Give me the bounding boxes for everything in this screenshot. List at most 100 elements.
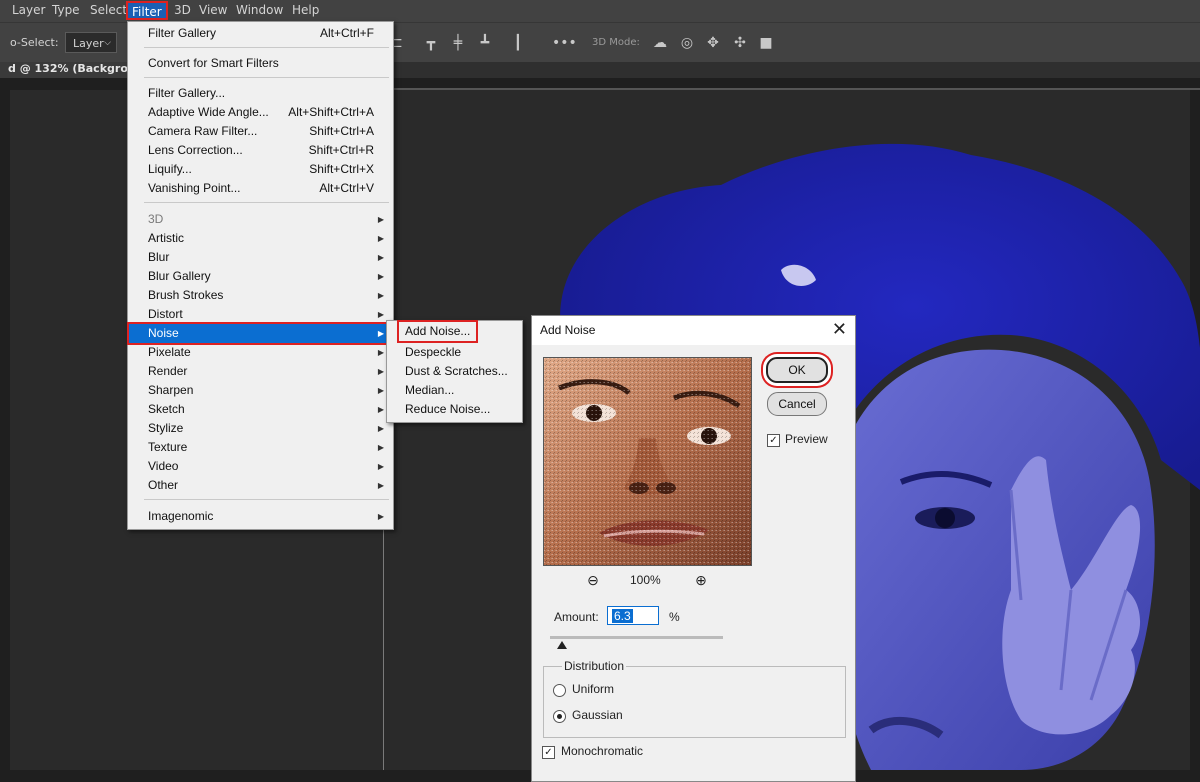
lens-correction[interactable]: Lens Correction... Shift+Ctrl+R: [129, 141, 392, 160]
amount-slider-thumb[interactable]: [557, 641, 567, 649]
3d-mode-label: 3D Mode:: [592, 37, 640, 48]
menu-separator: [144, 499, 389, 500]
chevron-right-icon: ▶: [377, 348, 384, 357]
chevron-right-icon: ▶: [377, 234, 384, 243]
uniform-radio[interactable]: [553, 684, 566, 697]
amount-value: 6.3: [612, 609, 633, 623]
filter-stylize[interactable]: Stylize ▶: [129, 419, 392, 438]
filter-3d[interactable]: 3D ▶: [129, 210, 392, 229]
document-tab[interactable]: d @ 132% (Background: [0, 62, 130, 78]
dialog-titlebar: Add Noise ✕: [532, 316, 855, 345]
vanishing-point[interactable]: Vanishing Point... Alt+Ctrl+V: [129, 179, 392, 198]
menu-help[interactable]: Help: [292, 3, 319, 17]
reduce-noise-item[interactable]: Reduce Noise...: [405, 400, 490, 419]
amount-unit: %: [669, 610, 680, 624]
chevron-right-icon: ▶: [377, 253, 384, 262]
chevron-right-icon: ▶: [377, 386, 384, 395]
chevron-right-icon: ▶: [377, 310, 384, 319]
filter-menu: Filter Gallery Alt+Ctrl+F Convert for Sma…: [127, 21, 394, 530]
amount-input[interactable]: 6.3: [607, 606, 659, 625]
canvas-top-edge: [392, 88, 1200, 90]
filter-gallery[interactable]: Filter Gallery...: [129, 84, 392, 103]
preview-face-image: [544, 358, 751, 565]
dust-scratches-item[interactable]: Dust & Scratches...: [405, 362, 508, 381]
preview-checkbox[interactable]: ✓: [767, 434, 780, 447]
chevron-right-icon: ▶: [377, 215, 384, 224]
drag-3d-icon[interactable]: ✥: [704, 34, 722, 52]
align-vertical-center-icon[interactable]: ╪: [449, 34, 467, 52]
amount-slider-track[interactable]: [550, 636, 723, 639]
gaussian-label: Gaussian: [572, 708, 623, 722]
zoom-controls: ⊖ 100% ⊕: [580, 571, 730, 589]
autoselect-label: o-Select:: [10, 36, 59, 49]
filter-video[interactable]: Video ▶: [129, 457, 392, 476]
filter-pixelate[interactable]: Pixelate ▶: [129, 343, 392, 362]
filter-artistic[interactable]: Artistic ▶: [129, 229, 392, 248]
chevron-right-icon: ▶: [377, 462, 384, 471]
slide-3d-icon[interactable]: ✣: [731, 34, 749, 52]
menu-layer[interactable]: Layer: [12, 3, 45, 17]
filter-distort[interactable]: Distort ▶: [129, 305, 392, 324]
add-noise-item[interactable]: Add Noise...: [396, 320, 479, 343]
filter-noise[interactable]: Noise ▶: [127, 322, 394, 345]
roll-3d-icon[interactable]: ◎: [678, 34, 696, 52]
noise-preview[interactable]: [543, 357, 752, 566]
menu-window[interactable]: Window: [236, 3, 283, 17]
amount-label: Amount:: [554, 610, 599, 624]
camera-3d-icon[interactable]: ■: [757, 34, 775, 52]
liquify[interactable]: Liquify... Shift+Ctrl+X: [129, 160, 392, 179]
filter-imagenomic[interactable]: Imagenomic ▶: [129, 507, 392, 526]
despeckle-item[interactable]: Despeckle: [405, 343, 461, 362]
monochromatic-checkbox[interactable]: ✓: [542, 746, 555, 759]
filter-render[interactable]: Render ▶: [129, 362, 392, 381]
chevron-right-icon: ▶: [377, 272, 384, 281]
align-top-icon[interactable]: ┳: [422, 34, 440, 52]
preview-label: Preview: [785, 432, 828, 446]
chevron-right-icon: ▶: [377, 367, 384, 376]
autoselect-dropdown[interactable]: Layer ⌵: [65, 32, 117, 53]
chevron-right-icon: ▶: [377, 512, 384, 521]
filter-brush-strokes[interactable]: Brush Strokes ▶: [129, 286, 392, 305]
zoom-out-icon[interactable]: ⊖: [584, 571, 602, 589]
dialog-title: Add Noise: [540, 323, 596, 337]
chevron-right-icon: ▶: [377, 405, 384, 414]
filter-texture[interactable]: Texture ▶: [129, 438, 392, 457]
close-icon[interactable]: ✕: [832, 319, 847, 339]
chevron-right-icon: ▶: [377, 329, 384, 338]
filter-sketch[interactable]: Sketch ▶: [129, 400, 392, 419]
cancel-button[interactable]: Cancel: [767, 392, 827, 416]
uniform-label: Uniform: [572, 682, 615, 696]
chevron-right-icon: ▶: [377, 443, 384, 452]
ok-button[interactable]: OK: [766, 357, 828, 383]
menu-filter[interactable]: Filter: [126, 1, 168, 20]
chevron-down-icon: ⌵: [104, 38, 111, 48]
chevron-right-icon: ▶: [377, 291, 384, 300]
filter-blur-gallery[interactable]: Blur Gallery ▶: [129, 267, 392, 286]
distribute-icon[interactable]: ┃: [509, 34, 527, 52]
menu-bar: Layer Type Select Filter 3D View Window …: [0, 0, 1200, 22]
filter-blur[interactable]: Blur ▶: [129, 248, 392, 267]
camera-raw-filter[interactable]: Camera Raw Filter... Shift+Ctrl+A: [129, 122, 392, 141]
menu-separator: [144, 77, 389, 78]
menu-type[interactable]: Type: [52, 3, 80, 17]
median-item[interactable]: Median...: [405, 381, 454, 400]
chevron-right-icon: ▶: [377, 424, 384, 433]
menu-separator: [144, 47, 389, 48]
zoom-in-icon[interactable]: ⊕: [692, 571, 710, 589]
filter-other[interactable]: Other ▶: [129, 476, 392, 495]
menu-view[interactable]: View: [199, 3, 227, 17]
distribution-label: Distribution: [562, 659, 627, 673]
align-bottom-icon[interactable]: ┻: [476, 34, 494, 52]
convert-smart-filters[interactable]: Convert for Smart Filters: [129, 54, 392, 73]
menu-select[interactable]: Select: [90, 3, 127, 17]
orbit-3d-icon[interactable]: ☁: [651, 34, 669, 52]
gaussian-radio[interactable]: [553, 710, 566, 723]
menu-3d[interactable]: 3D: [174, 3, 191, 17]
filter-sharpen[interactable]: Sharpen ▶: [129, 381, 392, 400]
chevron-right-icon: ▶: [377, 481, 384, 490]
filter-gallery-last[interactable]: Filter Gallery Alt+Ctrl+F: [129, 24, 392, 43]
more-options-icon[interactable]: •••: [552, 34, 577, 52]
autoselect-value: Layer: [73, 37, 104, 50]
adaptive-wide-angle[interactable]: Adaptive Wide Angle... Alt+Shift+Ctrl+A: [129, 103, 392, 122]
noise-submenu: Add Noise... Despeckle Dust & Scratches.…: [386, 320, 523, 423]
